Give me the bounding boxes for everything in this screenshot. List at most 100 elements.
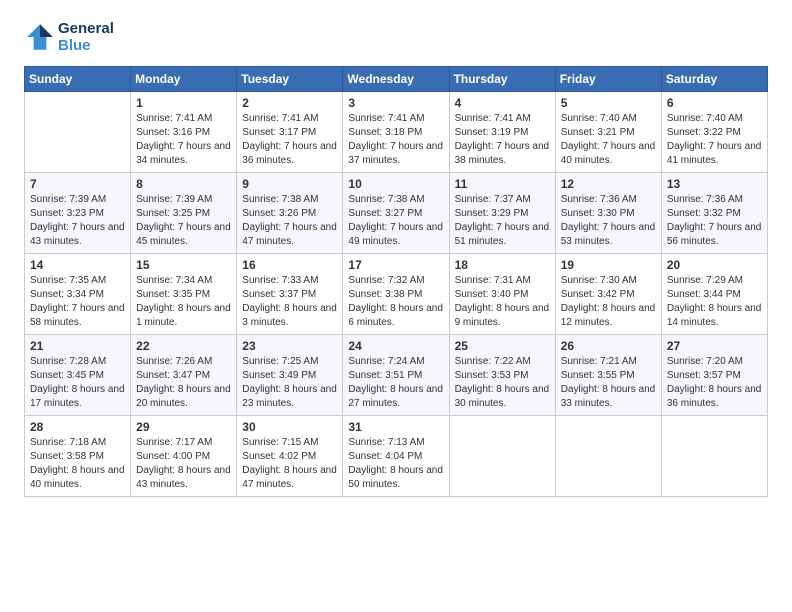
calendar-cell: 6 Sunrise: 7:40 AMSunset: 3:22 PMDaylight… — [661, 92, 767, 173]
calendar-cell: 23Sunrise: 7:25 AMSunset: 3:49 PMDayligh… — [237, 335, 343, 416]
day-number: 30 — [242, 420, 337, 434]
day-number: 10 — [348, 177, 443, 191]
week-row-2: 7 Sunrise: 7:39 AMSunset: 3:23 PMDaylight… — [25, 173, 768, 254]
day-number: 8 — [136, 177, 231, 191]
day-number: 6 — [667, 96, 762, 110]
cell-details: Sunrise: 7:32 AMSunset: 3:38 PMDaylight:… — [348, 274, 443, 330]
calendar-cell: 19 Sunrise: 7:30 AMSunset: 3:42 PMDayligh… — [555, 254, 661, 335]
cell-details: Sunrise: 7:28 AMSunset: 3:45 PMDaylight:… — [30, 355, 125, 411]
calendar-cell: 30 Sunrise: 7:15 AMSunset: 4:02 PMDayligh… — [237, 416, 343, 497]
header: General Blue — [24, 20, 768, 54]
day-number: 16 — [242, 258, 337, 272]
day-number: 23 — [242, 339, 337, 353]
day-number: 26 — [561, 339, 656, 353]
cell-details: Sunrise: 7:20 AMSunset: 3:57 PMDaylight:… — [667, 355, 762, 411]
cell-details: Sunrise: 7:26 AMSunset: 3:47 PMDaylight:… — [136, 355, 231, 411]
day-number: 20 — [667, 258, 762, 272]
day-number: 1 — [136, 96, 231, 110]
calendar-cell — [661, 416, 767, 497]
calendar-cell — [25, 92, 131, 173]
weekday-header-thursday: Thursday — [449, 67, 555, 92]
day-number: 21 — [30, 339, 125, 353]
day-number: 19 — [561, 258, 656, 272]
weekday-header-friday: Friday — [555, 67, 661, 92]
calendar-cell: 15Sunrise: 7:34 AMSunset: 3:35 PMDayligh… — [131, 254, 237, 335]
cell-details: Sunrise: 7:38 AMSunset: 3:27 PMDaylight:… — [348, 193, 443, 249]
calendar-cell: 31Sunrise: 7:13 AMSunset: 4:04 PMDayligh… — [343, 416, 449, 497]
day-number: 25 — [455, 339, 550, 353]
calendar-cell: 3Sunrise: 7:41 AMSunset: 3:18 PMDaylight… — [343, 92, 449, 173]
calendar-cell: 28 Sunrise: 7:18 AMSunset: 3:58 PMDayligh… — [25, 416, 131, 497]
logo-icon — [24, 21, 56, 53]
cell-details: Sunrise: 7:41 AMSunset: 3:19 PMDaylight:… — [455, 112, 550, 168]
calendar-cell: 27 Sunrise: 7:20 AMSunset: 3:57 PMDayligh… — [661, 335, 767, 416]
day-number: 14 — [30, 258, 125, 272]
cell-details: Sunrise: 7:35 AMSunset: 3:34 PMDaylight:… — [30, 274, 125, 330]
week-row-5: 28 Sunrise: 7:18 AMSunset: 3:58 PMDayligh… — [25, 416, 768, 497]
calendar-cell: 5Sunrise: 7:40 AMSunset: 3:21 PMDaylight… — [555, 92, 661, 173]
calendar-cell: 16 Sunrise: 7:33 AMSunset: 3:37 PMDayligh… — [237, 254, 343, 335]
day-number: 28 — [30, 420, 125, 434]
cell-details: Sunrise: 7:18 AMSunset: 3:58 PMDaylight:… — [30, 436, 125, 492]
calendar-cell: 4 Sunrise: 7:41 AMSunset: 3:19 PMDaylight… — [449, 92, 555, 173]
weekday-header-wednesday: Wednesday — [343, 67, 449, 92]
day-number: 29 — [136, 420, 231, 434]
calendar-cell: 8 Sunrise: 7:39 AMSunset: 3:25 PMDaylight… — [131, 173, 237, 254]
cell-details: Sunrise: 7:17 AMSunset: 4:00 PMDaylight:… — [136, 436, 231, 492]
day-number: 22 — [136, 339, 231, 353]
calendar-cell: 11Sunrise: 7:37 AMSunset: 3:29 PMDayligh… — [449, 173, 555, 254]
calendar-cell: 13Sunrise: 7:36 AMSunset: 3:32 PMDayligh… — [661, 173, 767, 254]
calendar-cell: 21 Sunrise: 7:28 AMSunset: 3:45 PMDayligh… — [25, 335, 131, 416]
calendar-cell — [555, 416, 661, 497]
cell-details: Sunrise: 7:39 AMSunset: 3:25 PMDaylight:… — [136, 193, 231, 249]
calendar-cell: 7 Sunrise: 7:39 AMSunset: 3:23 PMDaylight… — [25, 173, 131, 254]
calendar-cell: 2 Sunrise: 7:41 AMSunset: 3:17 PMDaylight… — [237, 92, 343, 173]
day-number: 17 — [348, 258, 443, 272]
logo-line1: General — [58, 20, 114, 37]
cell-details: Sunrise: 7:36 AMSunset: 3:32 PMDaylight:… — [667, 193, 762, 249]
day-number: 27 — [667, 339, 762, 353]
weekday-row: SundayMondayTuesdayWednesdayThursdayFrid… — [25, 67, 768, 92]
weekday-header-monday: Monday — [131, 67, 237, 92]
calendar-cell: 20Sunrise: 7:29 AMSunset: 3:44 PMDayligh… — [661, 254, 767, 335]
calendar-body: 1 Sunrise: 7:41 AMSunset: 3:16 PMDaylight… — [25, 92, 768, 497]
cell-details: Sunrise: 7:38 AMSunset: 3:26 PMDaylight:… — [242, 193, 337, 249]
day-number: 5 — [561, 96, 656, 110]
cell-details: Sunrise: 7:41 AMSunset: 3:16 PMDaylight:… — [136, 112, 231, 168]
calendar-cell: 24 Sunrise: 7:24 AMSunset: 3:51 PMDayligh… — [343, 335, 449, 416]
weekday-header-saturday: Saturday — [661, 67, 767, 92]
calendar-cell: 9Sunrise: 7:38 AMSunset: 3:26 PMDaylight… — [237, 173, 343, 254]
day-number: 11 — [455, 177, 550, 191]
weekday-header-tuesday: Tuesday — [237, 67, 343, 92]
calendar-cell: 17 Sunrise: 7:32 AMSunset: 3:38 PMDayligh… — [343, 254, 449, 335]
calendar-cell: 29 Sunrise: 7:17 AMSunset: 4:00 PMDayligh… — [131, 416, 237, 497]
day-number: 18 — [455, 258, 550, 272]
cell-details: Sunrise: 7:30 AMSunset: 3:42 PMDaylight:… — [561, 274, 656, 330]
cell-details: Sunrise: 7:15 AMSunset: 4:02 PMDaylight:… — [242, 436, 337, 492]
day-number: 4 — [455, 96, 550, 110]
cell-details: Sunrise: 7:40 AMSunset: 3:22 PMDaylight:… — [667, 112, 762, 168]
week-row-4: 21 Sunrise: 7:28 AMSunset: 3:45 PMDayligh… — [25, 335, 768, 416]
day-number: 2 — [242, 96, 337, 110]
week-row-1: 1 Sunrise: 7:41 AMSunset: 3:16 PMDaylight… — [25, 92, 768, 173]
calendar-cell: 22 Sunrise: 7:26 AMSunset: 3:47 PMDayligh… — [131, 335, 237, 416]
calendar-table: SundayMondayTuesdayWednesdayThursdayFrid… — [24, 66, 768, 497]
calendar-header: SundayMondayTuesdayWednesdayThursdayFrid… — [25, 67, 768, 92]
cell-details: Sunrise: 7:33 AMSunset: 3:37 PMDaylight:… — [242, 274, 337, 330]
cell-details: Sunrise: 7:22 AMSunset: 3:53 PMDaylight:… — [455, 355, 550, 411]
cell-details: Sunrise: 7:36 AMSunset: 3:30 PMDaylight:… — [561, 193, 656, 249]
page: General Blue SundayMondayTuesdayWednesda… — [0, 0, 792, 507]
calendar-cell: 25 Sunrise: 7:22 AMSunset: 3:53 PMDayligh… — [449, 335, 555, 416]
calendar-cell: 14 Sunrise: 7:35 AMSunset: 3:34 PMDayligh… — [25, 254, 131, 335]
day-number: 3 — [348, 96, 443, 110]
day-number: 7 — [30, 177, 125, 191]
day-number: 12 — [561, 177, 656, 191]
cell-details: Sunrise: 7:24 AMSunset: 3:51 PMDaylight:… — [348, 355, 443, 411]
day-number: 15 — [136, 258, 231, 272]
day-number: 24 — [348, 339, 443, 353]
calendar-cell: 18Sunrise: 7:31 AMSunset: 3:40 PMDayligh… — [449, 254, 555, 335]
cell-details: Sunrise: 7:39 AMSunset: 3:23 PMDaylight:… — [30, 193, 125, 249]
cell-details: Sunrise: 7:21 AMSunset: 3:55 PMDaylight:… — [561, 355, 656, 411]
cell-details: Sunrise: 7:41 AMSunset: 3:17 PMDaylight:… — [242, 112, 337, 168]
week-row-3: 14 Sunrise: 7:35 AMSunset: 3:34 PMDayligh… — [25, 254, 768, 335]
